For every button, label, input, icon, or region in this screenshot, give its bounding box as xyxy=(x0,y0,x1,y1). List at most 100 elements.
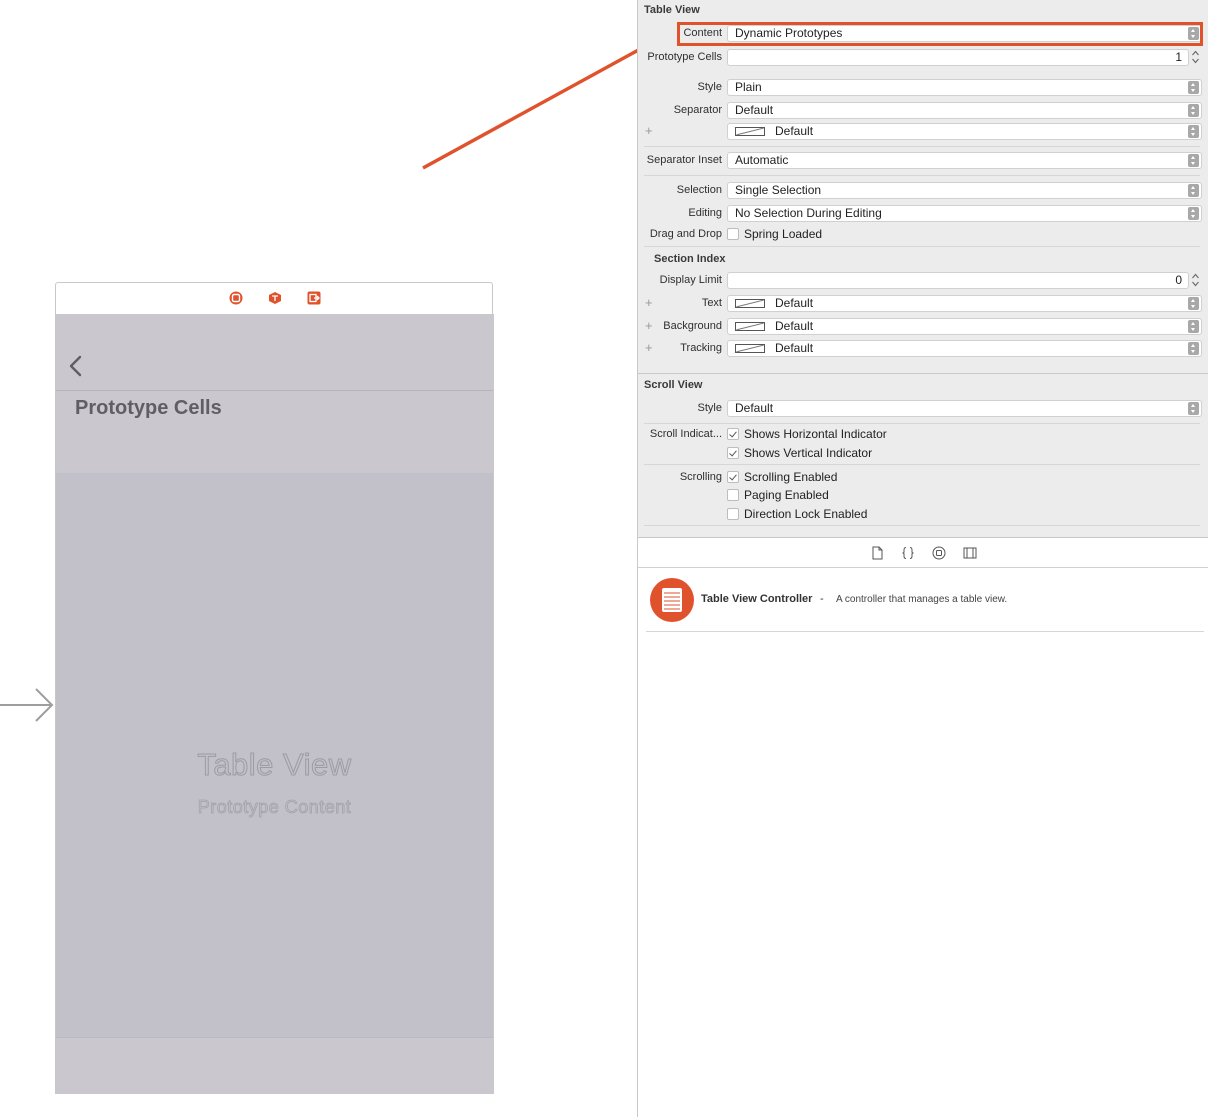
view-controller-icon[interactable] xyxy=(229,291,243,305)
section-header-table-view: Table View xyxy=(644,4,700,16)
horizontal-indicator-checkbox[interactable] xyxy=(727,428,739,440)
table-view-controller-icon xyxy=(650,578,694,622)
large-title: Prototype Cells xyxy=(75,397,222,419)
separator-color-value: Default xyxy=(775,124,814,138)
selection-popup[interactable]: Single Selection xyxy=(727,182,1202,199)
library-item-table-view-controller[interactable]: Table View Controller - A controller tha… xyxy=(638,568,1208,632)
divider xyxy=(644,525,1200,526)
popup-arrows-icon xyxy=(1188,402,1199,415)
color-swatch xyxy=(735,344,765,353)
background-color-value: Default xyxy=(775,319,814,333)
tracking-color-popup[interactable]: Default xyxy=(727,340,1202,357)
editing-value: No Selection During Editing xyxy=(735,206,882,220)
attributes-inspector: Table View Content Dynamic Prototypes Pr… xyxy=(637,0,1208,1117)
table-view-controller-scene[interactable]: Prototype Cells Table View Prototype Con… xyxy=(55,314,494,1094)
paging-enabled-checkbox[interactable] xyxy=(727,489,739,501)
style-popup[interactable]: Plain xyxy=(727,79,1202,96)
popup-arrows-icon xyxy=(1188,125,1199,138)
scrolling-label: Scrolling xyxy=(679,471,722,483)
tracking-color-value: Default xyxy=(775,341,814,355)
separator-inset-value: Automatic xyxy=(735,153,789,167)
table-view-subtitle: Prototype Content xyxy=(197,797,352,818)
library-tab-strip xyxy=(638,538,1208,568)
popup-arrows-icon xyxy=(1188,104,1199,117)
background-color-label: Background xyxy=(663,320,722,332)
style-value: Plain xyxy=(735,80,762,94)
file-icon[interactable] xyxy=(870,546,884,560)
paging-enabled-label: Paging Enabled xyxy=(744,488,829,502)
vertical-indicator-label: Shows Vertical Indicator xyxy=(744,446,873,460)
object-icon[interactable] xyxy=(932,546,946,560)
color-swatch xyxy=(735,299,765,308)
scene-dock xyxy=(55,282,493,314)
popup-arrows-icon xyxy=(1188,320,1199,333)
separator-inset-label: Separator Inset xyxy=(646,154,722,166)
popup-arrows-icon xyxy=(1188,297,1199,310)
spring-loaded-label: Spring Loaded xyxy=(744,227,823,241)
media-icon[interactable] xyxy=(963,546,977,560)
divider xyxy=(644,175,1200,176)
prototype-cells-stepper-icon[interactable] xyxy=(1191,49,1200,65)
text-color-popup[interactable]: Default xyxy=(727,295,1202,312)
first-responder-icon[interactable] xyxy=(268,291,282,305)
separator-value: Default xyxy=(735,103,774,117)
spring-loaded-checkbox[interactable] xyxy=(727,228,739,240)
section-header-section-index: Section Index xyxy=(654,253,726,265)
color-swatch xyxy=(735,322,765,331)
library-item-separator: - xyxy=(820,593,824,605)
scroll-style-label: Style xyxy=(697,402,722,414)
code-braces-icon[interactable] xyxy=(901,546,915,560)
section-header-scroll-view: Scroll View xyxy=(644,379,703,391)
scroll-indicators-label: Scroll Indicat... xyxy=(649,428,722,440)
library-item-name: Table View Controller xyxy=(701,593,813,605)
separator-label: Separator xyxy=(673,104,722,116)
attributes-panel: Table View Content Dynamic Prototypes Pr… xyxy=(638,0,1208,538)
popup-arrows-icon xyxy=(1188,184,1199,197)
bottom-toolbar xyxy=(56,1037,493,1094)
navigation-bar xyxy=(56,315,493,391)
library-item-description: A controller that manages a table view. xyxy=(836,594,1008,605)
back-chevron-icon[interactable] xyxy=(68,355,82,377)
text-color-value: Default xyxy=(775,296,814,310)
content-highlight-box xyxy=(677,22,1203,46)
prototype-cells-field[interactable]: 1 xyxy=(727,49,1189,66)
selection-label: Selection xyxy=(676,184,722,196)
background-color-popup[interactable]: Default xyxy=(727,318,1202,335)
direction-lock-label: Direction Lock Enabled xyxy=(744,507,868,521)
entry-point-arrow-icon[interactable] xyxy=(0,684,56,724)
exit-icon[interactable] xyxy=(307,291,321,305)
editing-label: Editing xyxy=(688,207,722,219)
popup-arrows-icon xyxy=(1188,342,1199,355)
scrolling-enabled-checkbox[interactable] xyxy=(727,471,739,483)
scrolling-enabled-label: Scrolling Enabled xyxy=(744,470,838,484)
selection-value: Single Selection xyxy=(735,183,822,197)
prototype-cells-label: Prototype Cells xyxy=(647,51,722,63)
text-color-label: Text xyxy=(701,297,722,309)
table-view-title: Table View xyxy=(197,747,352,783)
divider xyxy=(644,464,1200,465)
popup-arrows-icon xyxy=(1188,154,1199,167)
display-limit-field[interactable]: 0 xyxy=(727,272,1189,289)
separator-color-popup[interactable]: Default xyxy=(727,123,1202,140)
separator-popup[interactable]: Default xyxy=(727,102,1202,119)
plus-icon[interactable]: + xyxy=(645,123,653,138)
popup-arrows-icon xyxy=(1188,81,1199,94)
separator-inset-popup[interactable]: Automatic xyxy=(727,152,1202,169)
drag-drop-label: Drag and Drop xyxy=(649,228,722,240)
divider xyxy=(644,246,1200,247)
divider xyxy=(644,146,1200,147)
direction-lock-checkbox[interactable] xyxy=(727,508,739,520)
tracking-color-label: Tracking xyxy=(680,342,722,354)
divider xyxy=(646,631,1204,632)
scroll-style-popup[interactable]: Default xyxy=(727,400,1202,417)
display-limit-label: Display Limit xyxy=(659,274,722,286)
display-limit-stepper-icon[interactable] xyxy=(1191,272,1200,288)
divider xyxy=(644,423,1200,424)
scroll-style-value: Default xyxy=(735,401,774,415)
color-swatch xyxy=(735,127,765,136)
horizontal-indicator-label: Shows Horizontal Indicator xyxy=(744,427,887,441)
popup-arrows-icon xyxy=(1188,207,1199,220)
vertical-indicator-checkbox[interactable] xyxy=(727,447,739,459)
editing-popup[interactable]: No Selection During Editing xyxy=(727,205,1202,222)
style-label: Style xyxy=(697,81,722,93)
